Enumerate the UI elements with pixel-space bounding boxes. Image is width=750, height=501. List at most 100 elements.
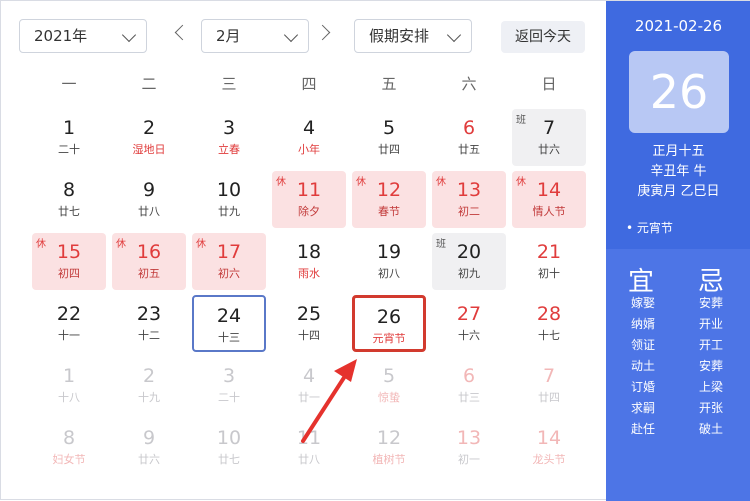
- lunar-label: 廿七: [58, 205, 80, 218]
- day-cell[interactable]: 10 廿九: [192, 171, 266, 228]
- lunar-label: 植树节: [372, 453, 406, 466]
- day-cell[interactable]: 19 初八: [352, 233, 426, 290]
- lunar-label: 十二: [138, 329, 160, 342]
- day-cell[interactable]: 2 十九: [112, 357, 186, 414]
- day-cell-selected[interactable]: 26 元宵节: [352, 295, 426, 352]
- lunar-label: 廿四: [538, 391, 560, 404]
- day-cell[interactable]: 8 妇女节: [32, 419, 106, 476]
- day-cell[interactable]: 休 17 初六: [192, 233, 266, 290]
- month-select[interactable]: 2月: [201, 19, 309, 53]
- day-cell[interactable]: 1 十八: [32, 357, 106, 414]
- day-number: 12: [376, 179, 402, 201]
- weekday-header: 一 二 三 四 五 六 日: [29, 73, 589, 103]
- day-cell[interactable]: 9 廿六: [112, 419, 186, 476]
- lunar-label: 春节: [378, 205, 400, 218]
- day-cell[interactable]: 9 廿八: [112, 171, 186, 228]
- lunar-label: 初九: [458, 267, 480, 280]
- weekday-label: 日: [541, 75, 557, 93]
- prev-month-icon[interactable]: [174, 24, 191, 41]
- day-cell[interactable]: 3 立春: [192, 109, 266, 166]
- day-cell-today[interactable]: 24 十三: [192, 295, 266, 352]
- day-cell[interactable]: 1 二十: [32, 109, 106, 166]
- back-to-today-button[interactable]: 返回今天: [501, 21, 585, 53]
- day-cell[interactable]: 25 十四: [272, 295, 346, 352]
- ji-item: 安葬: [698, 296, 723, 310]
- day-cell[interactable]: 12 植树节: [352, 419, 426, 476]
- lunar-label: 廿四: [378, 143, 400, 156]
- day-number: 16: [136, 241, 162, 263]
- day-cell[interactable]: 13 初一: [432, 419, 506, 476]
- year-select[interactable]: 2021年: [19, 19, 147, 53]
- day-cell[interactable]: 10 廿七: [192, 419, 266, 476]
- day-cell[interactable]: 休 13 初二: [432, 171, 506, 228]
- day-cell[interactable]: 5 廿四: [352, 109, 426, 166]
- day-number: 19: [376, 241, 402, 263]
- day-cell[interactable]: 5 惊蛰: [352, 357, 426, 414]
- day-cell[interactable]: 休 15 初四: [32, 233, 106, 290]
- day-number: 6: [462, 365, 476, 387]
- panel-date: 2021-02-26: [634, 17, 723, 35]
- lunar-label: 二十: [218, 391, 240, 404]
- weekday-label: 六: [461, 75, 477, 93]
- date-detail-panel: 2021-02-26 26 正月十五 辛丑年 牛 庚寅月 乙巳日 • 元宵节 宜…: [606, 1, 750, 501]
- day-cell[interactable]: 2 湿地日: [112, 109, 186, 166]
- ji-item: 破土: [698, 422, 723, 436]
- day-number: 25: [296, 303, 322, 325]
- yi-item: 嫁娶: [630, 296, 655, 310]
- day-cell[interactable]: 6 廿五: [432, 109, 506, 166]
- lunar-date: 正月十五: [652, 144, 705, 159]
- day-number: 4: [302, 117, 316, 139]
- lunar-label: 廿五: [458, 143, 480, 156]
- day-cell[interactable]: 27 十六: [432, 295, 506, 352]
- lunar-label: 初二: [458, 205, 480, 218]
- day-cell[interactable]: 18 雨水: [272, 233, 346, 290]
- ji-item: 开业: [698, 317, 723, 331]
- month-day-ganzhi: 庚寅月 乙巳日: [637, 184, 720, 199]
- lunar-label: 廿六: [138, 453, 160, 466]
- yi-item: 订婚: [630, 380, 655, 394]
- calendar-widget: 2021年 2月 假期安排 返回今天 一 二 三 四 五 六 日 1 二十 2 湿地日…: [0, 0, 750, 501]
- day-cell[interactable]: 22 十一: [32, 295, 106, 352]
- day-cell[interactable]: 班 7 廿六: [512, 109, 586, 166]
- day-cell[interactable]: 14 龙头节: [512, 419, 586, 476]
- lunar-label: 十八: [58, 391, 80, 404]
- lunar-label: 初五: [138, 267, 160, 280]
- day-cell[interactable]: 23 十二: [112, 295, 186, 352]
- day-number: 23: [136, 303, 162, 325]
- day-number: 13: [456, 179, 482, 201]
- day-number: 3: [222, 365, 236, 387]
- day-cell[interactable]: 休 14 情人节: [512, 171, 586, 228]
- weekday-label: 四: [301, 75, 317, 93]
- day-number: 4: [302, 365, 316, 387]
- day-number: 9: [142, 427, 156, 449]
- day-cell[interactable]: 班 20 初九: [432, 233, 506, 290]
- weekday-label: 五: [381, 75, 397, 93]
- day-cell[interactable]: 11 廿八: [272, 419, 346, 476]
- day-cell[interactable]: 6 廿三: [432, 357, 506, 414]
- big-day-number: 26: [629, 51, 729, 133]
- lunar-label: 廿八: [138, 205, 160, 218]
- day-number: 7: [542, 117, 556, 139]
- day-number: 9: [142, 179, 156, 201]
- day-cell[interactable]: 休 11 除夕: [272, 171, 346, 228]
- day-cell[interactable]: 4 廿一: [272, 357, 346, 414]
- month-select-value: 2月: [216, 27, 241, 45]
- lunar-label: 廿六: [538, 143, 560, 156]
- holiday-select[interactable]: 假期安排: [354, 19, 472, 53]
- day-cell[interactable]: 休 12 春节: [352, 171, 426, 228]
- day-number: 22: [56, 303, 82, 325]
- next-month-icon[interactable]: [314, 24, 331, 41]
- lunar-label: 初一: [458, 453, 480, 466]
- day-cell[interactable]: 21 初十: [512, 233, 586, 290]
- day-cell[interactable]: 28 十七: [512, 295, 586, 352]
- yi-item: 赴任: [630, 422, 655, 436]
- day-cell[interactable]: 8 廿七: [32, 171, 106, 228]
- yi-ji-section: 宜 忌 嫁娶 纳婿 领证 动土 订婚 求嗣 赴任 安葬 开业 开工 安葬 上梁 …: [606, 249, 750, 501]
- day-number: 10: [216, 427, 242, 449]
- day-cell[interactable]: 3 二十: [192, 357, 266, 414]
- day-cell[interactable]: 休 16 初五: [112, 233, 186, 290]
- day-cell[interactable]: 4 小年: [272, 109, 346, 166]
- day-cell[interactable]: 7 廿四: [512, 357, 586, 414]
- lunar-label: 十六: [458, 329, 480, 342]
- day-number: 10: [216, 179, 242, 201]
